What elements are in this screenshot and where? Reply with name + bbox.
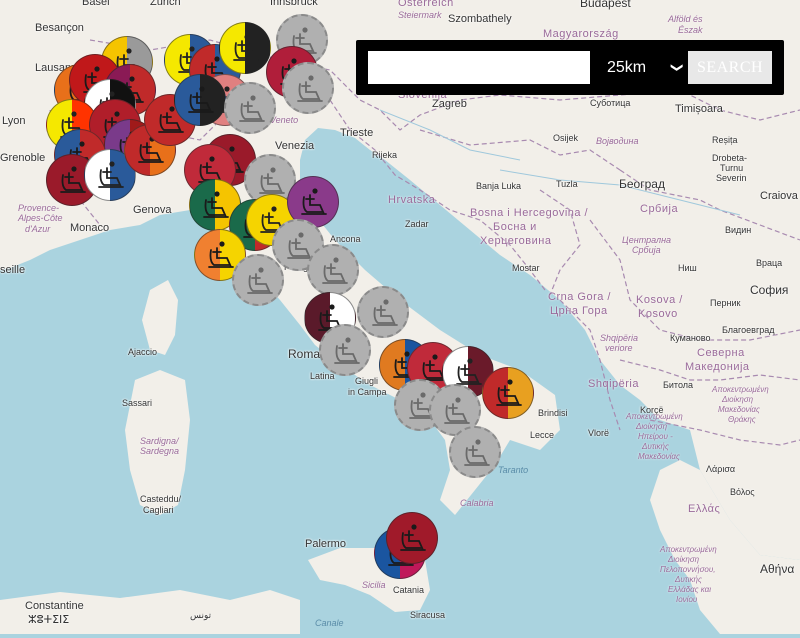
- wheelchair-chair-icon: [464, 439, 490, 466]
- radius-select-value: 25km: [607, 59, 647, 76]
- chair-marker[interactable]: [224, 82, 276, 134]
- wheelchair-chair-icon: [203, 191, 229, 218]
- map-canvas[interactable]: Basel Zürich Innsbruck Österreich Steier…: [0, 0, 800, 634]
- wheelchair-chair-icon: [444, 397, 470, 424]
- search-button[interactable]: SEARCH: [688, 51, 772, 84]
- chair-marker[interactable]: [219, 22, 271, 74]
- wheelchair-chair-icon: [297, 75, 323, 102]
- chair-marker[interactable]: [449, 426, 501, 478]
- chair-marker[interactable]: [282, 62, 334, 114]
- wheelchair-chair-icon: [259, 167, 285, 194]
- wheelchair-chair-icon: [60, 166, 86, 193]
- chair-marker[interactable]: [174, 74, 226, 126]
- wheelchair-chair-icon: [239, 95, 265, 122]
- chair-marker[interactable]: [386, 512, 438, 564]
- wheelchair-chair-icon: [372, 299, 398, 326]
- wheelchair-chair-icon: [496, 379, 522, 406]
- wheelchair-chair-icon: [400, 524, 426, 551]
- wheelchair-chair-icon: [247, 267, 273, 294]
- chair-marker[interactable]: [232, 254, 284, 306]
- wheelchair-chair-icon: [322, 257, 348, 284]
- wheelchair-chair-icon: [334, 337, 360, 364]
- search-bar: 25km ❯ SEARCH: [356, 40, 784, 95]
- wheelchair-chair-icon: [233, 34, 259, 61]
- wheelchair-chair-icon: [301, 188, 327, 215]
- wheelchair-chair-icon: [208, 241, 234, 268]
- wheelchair-chair-icon: [188, 86, 214, 113]
- wheelchair-chair-icon: [98, 161, 124, 188]
- chair-marker[interactable]: [319, 324, 371, 376]
- wheelchair-chair-icon: [456, 358, 482, 385]
- radius-select[interactable]: 25km ❯: [596, 51, 686, 84]
- search-input[interactable]: [368, 51, 590, 84]
- chair-marker[interactable]: [482, 367, 534, 419]
- chair-marker[interactable]: [357, 286, 409, 338]
- chair-marker[interactable]: [307, 244, 359, 296]
